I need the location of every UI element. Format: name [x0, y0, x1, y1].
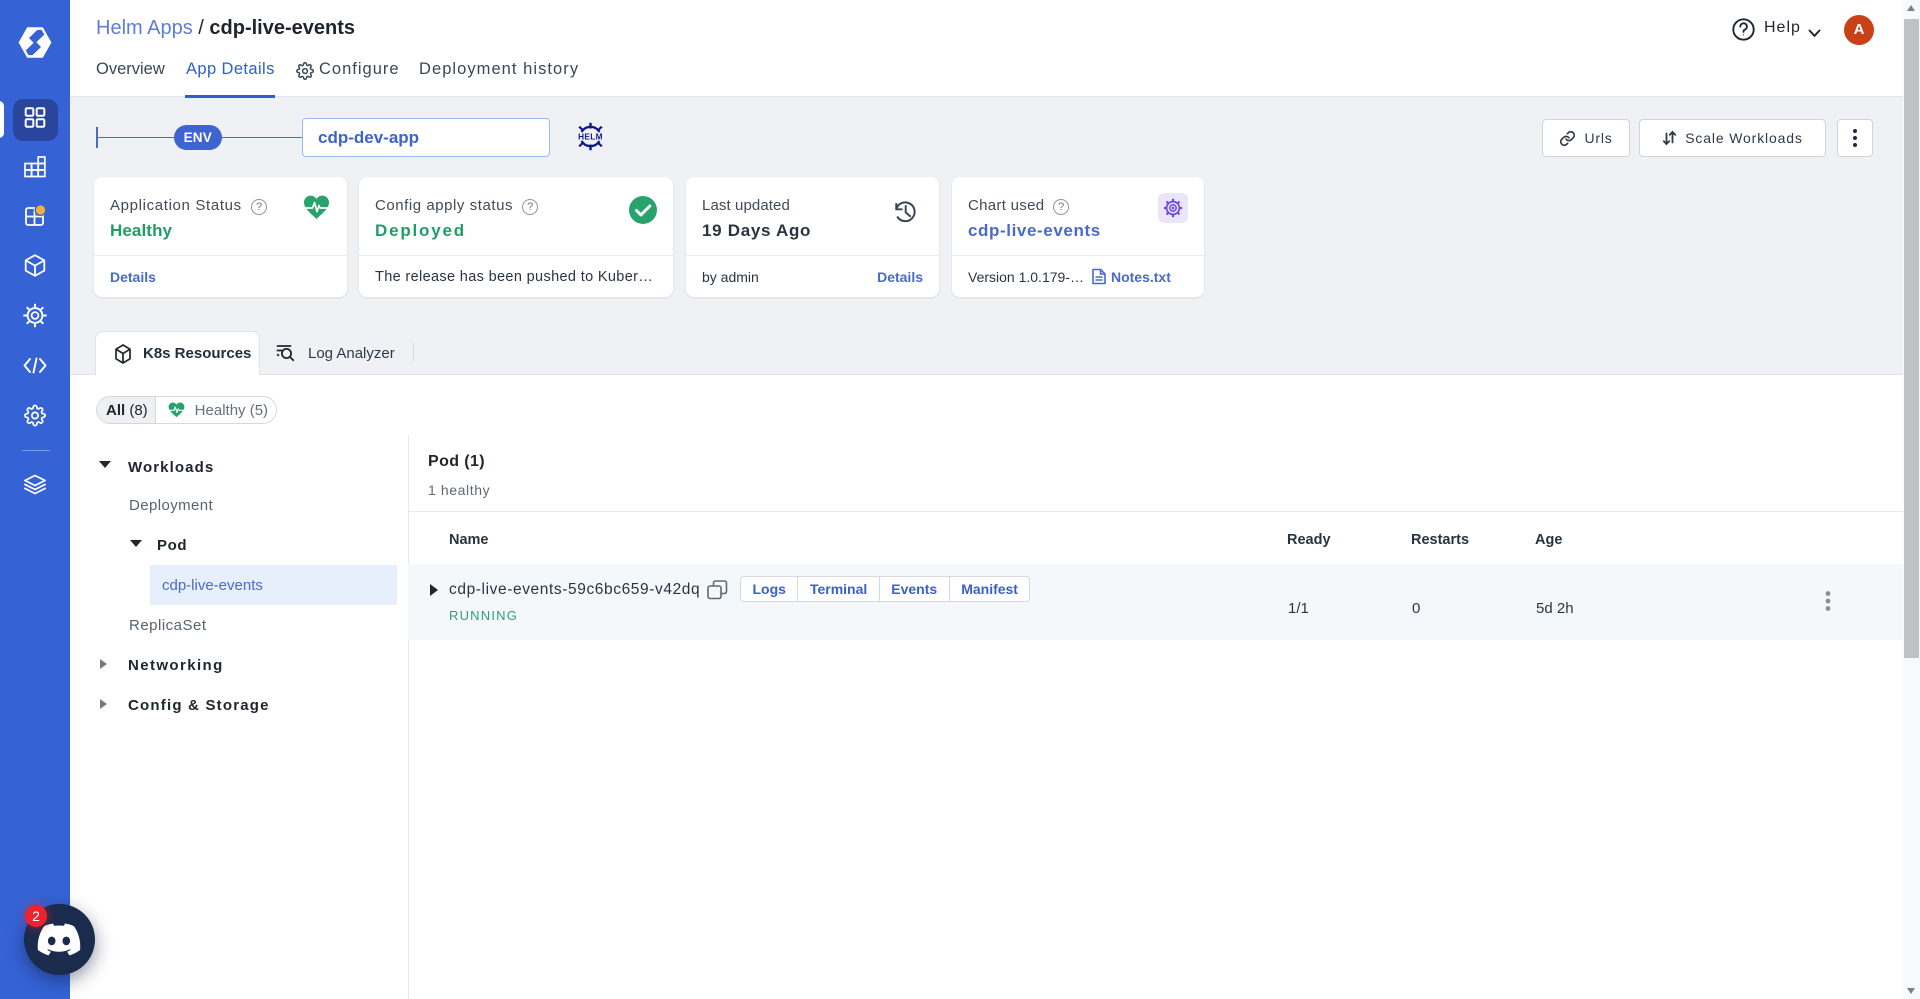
svg-text:HELM: HELM [578, 132, 603, 141]
